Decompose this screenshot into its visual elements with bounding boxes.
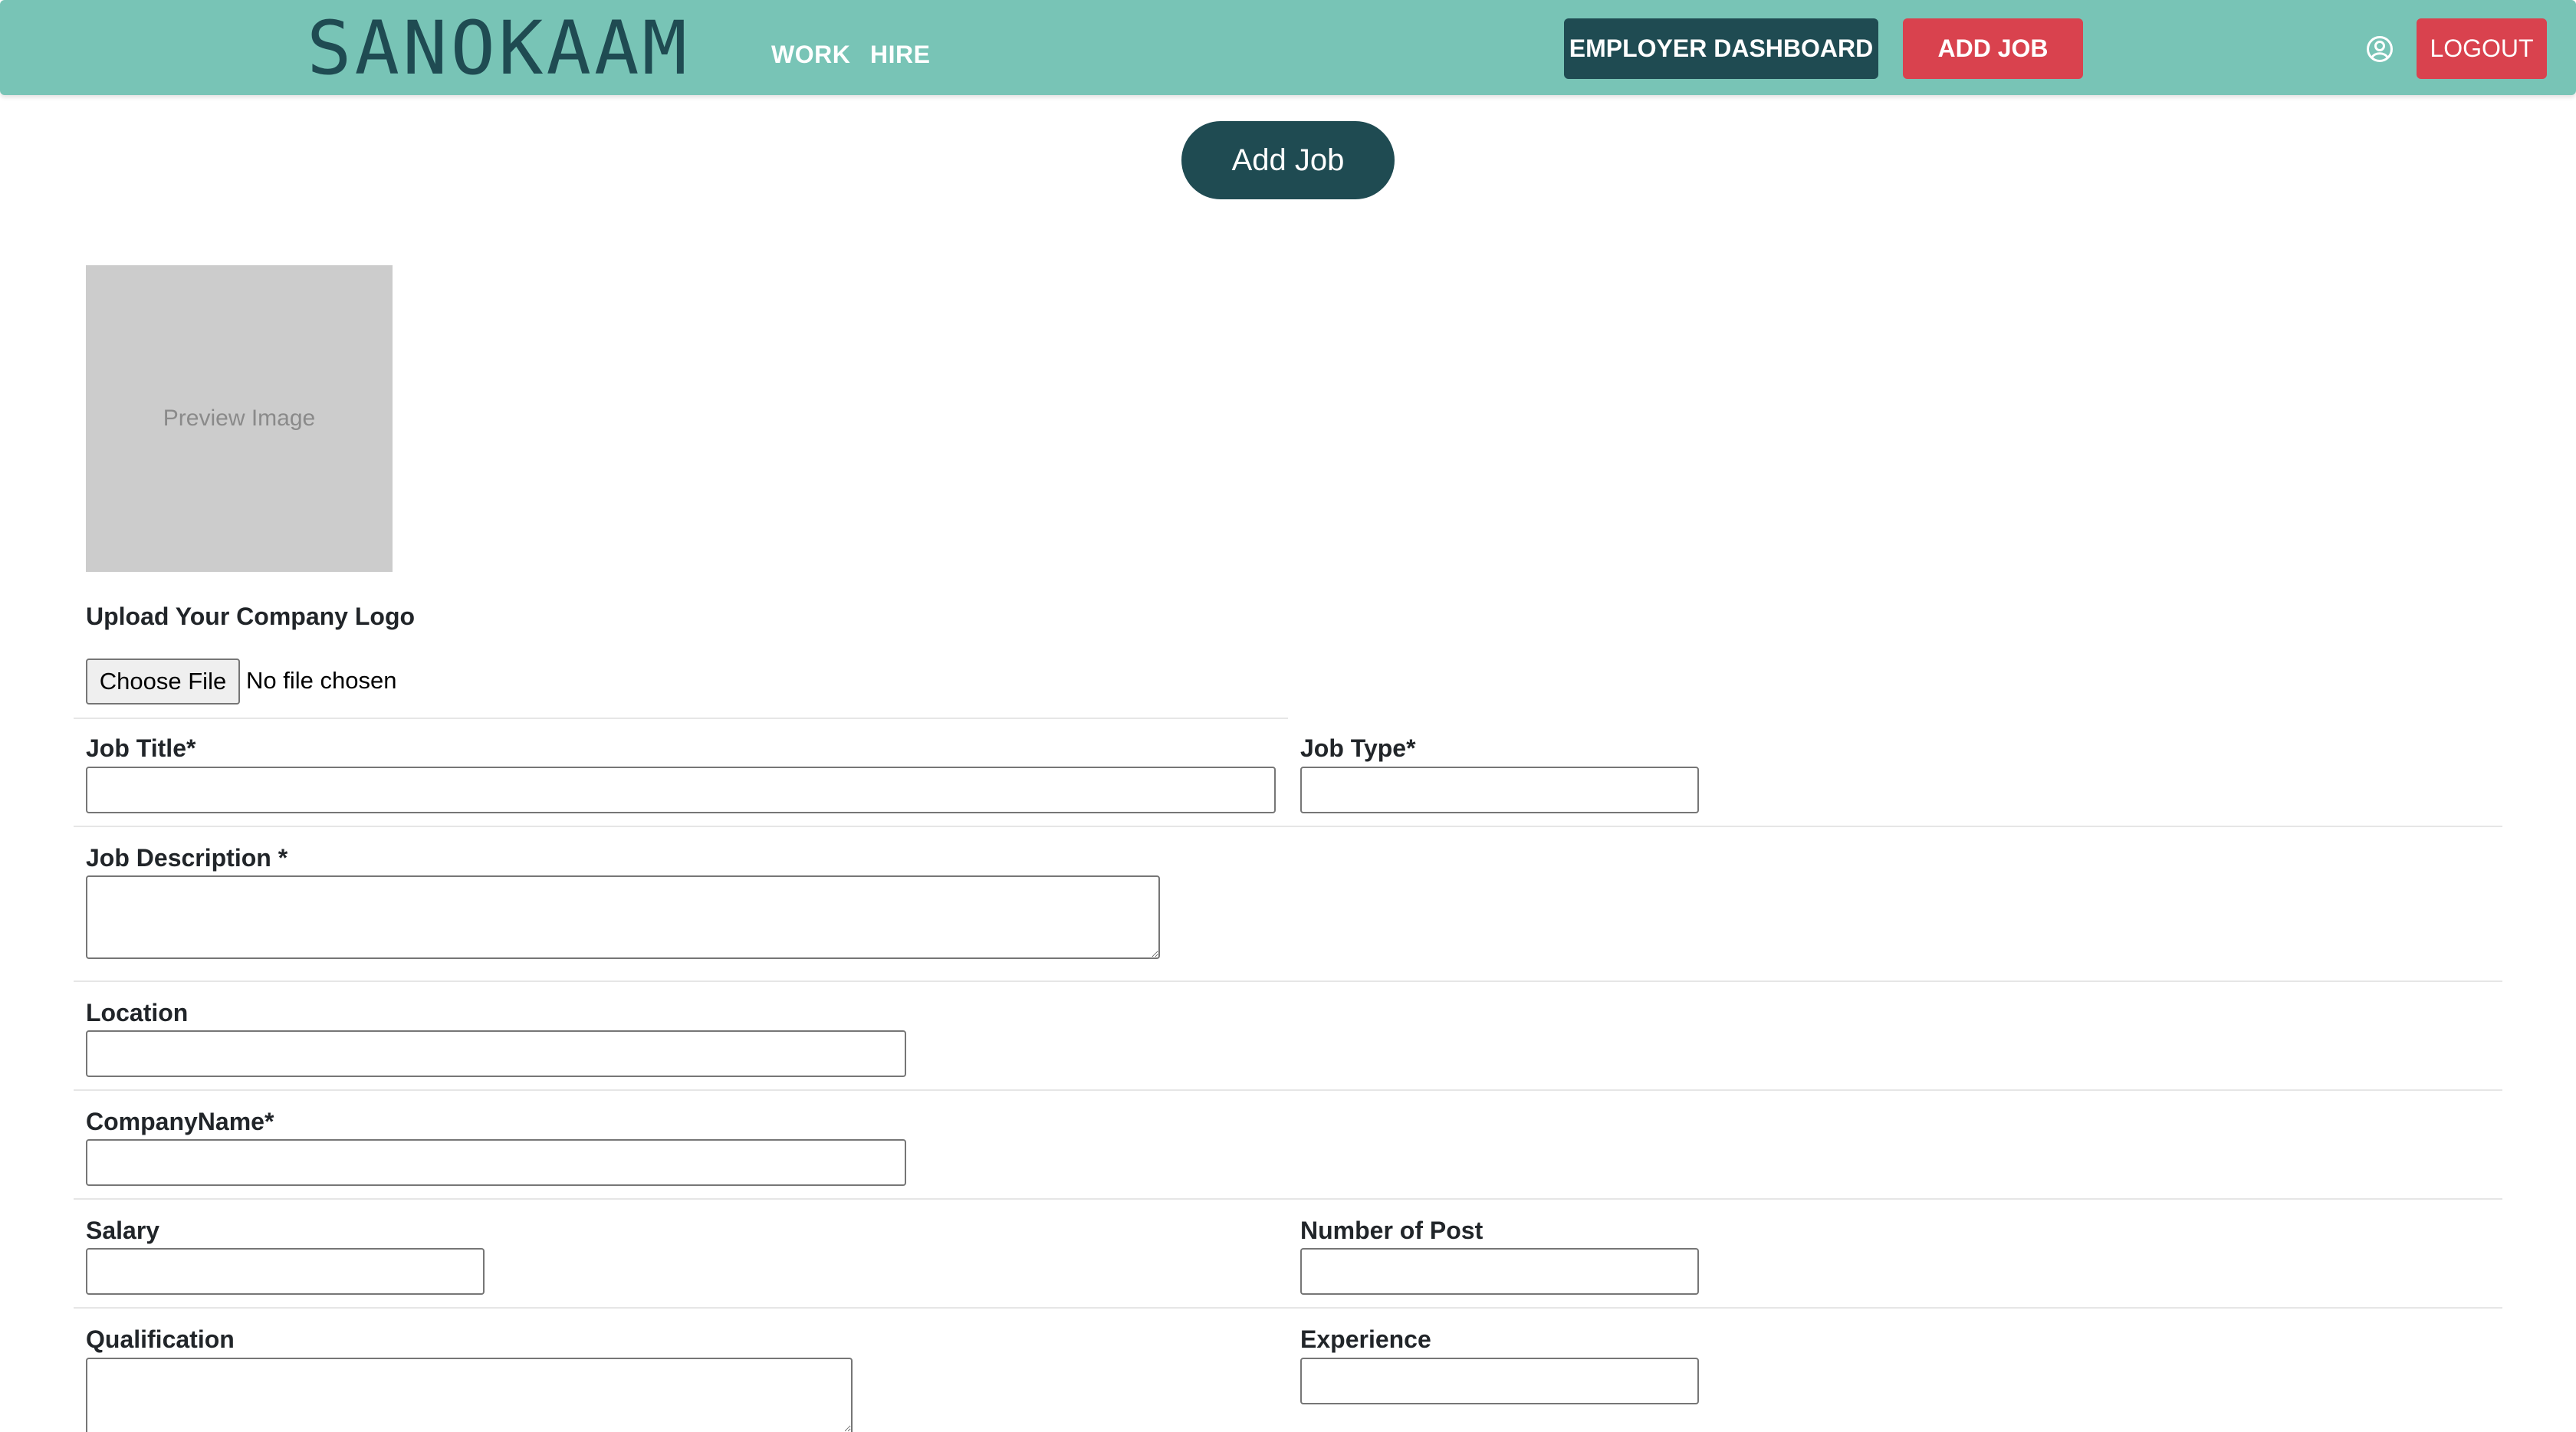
top-navbar: SANOKAAM WORK HIRE EMPLOYER DASHBOARD AD… <box>0 0 2576 95</box>
logo-preview-image: Preview Image <box>86 265 393 572</box>
divider <box>74 980 2502 982</box>
nav-link-work[interactable]: WORK <box>771 40 850 69</box>
location-label: Location <box>86 999 189 1026</box>
number-of-post-input[interactable] <box>1300 1248 1699 1295</box>
company-name-label: CompanyName* <box>86 1108 274 1135</box>
file-status-text: No file chosen <box>246 667 397 694</box>
job-title-label: Job Title* <box>86 734 196 762</box>
employer-dashboard-button[interactable]: EMPLOYER DASHBOARD <box>1564 18 1878 79</box>
number-of-post-label: Number of Post <box>1300 1217 1484 1244</box>
qualification-label: Qualification <box>86 1325 235 1353</box>
logo-upload-label: Upload Your Company Logo <box>86 603 416 630</box>
page-title: Add Job <box>1181 121 1395 199</box>
job-type-input[interactable] <box>1300 767 1699 813</box>
location-input[interactable] <box>86 1030 906 1077</box>
job-type-label: Job Type* <box>1300 734 1416 762</box>
divider <box>74 1307 2502 1309</box>
brand-logo[interactable]: SANOKAAM <box>307 14 690 83</box>
divider <box>74 826 2502 827</box>
salary-label: Salary <box>86 1217 160 1244</box>
experience-label: Experience <box>1300 1325 1431 1353</box>
company-name-input[interactable] <box>86 1139 906 1186</box>
brand-text: SANOKAAM <box>307 14 690 83</box>
add-job-nav-button[interactable]: ADD JOB <box>1903 18 2083 79</box>
job-description-textarea[interactable] <box>86 875 1160 959</box>
user-circle-icon[interactable] <box>2366 35 2394 63</box>
job-description-label: Job Description * <box>86 844 288 872</box>
divider <box>74 1089 2502 1091</box>
preview-placeholder-text: Preview Image <box>163 406 316 431</box>
salary-input[interactable] <box>86 1248 485 1295</box>
job-title-input[interactable] <box>86 767 1276 813</box>
divider <box>74 1198 2502 1200</box>
choose-file-button[interactable]: Choose File <box>86 659 240 705</box>
logout-button[interactable]: LOGOUT <box>2417 18 2547 79</box>
qualification-textarea[interactable] <box>86 1358 853 1432</box>
experience-input[interactable] <box>1300 1358 1699 1404</box>
nav-link-hire[interactable]: HIRE <box>870 40 930 69</box>
divider <box>74 718 1288 719</box>
brand-logo-wordmark: SANOKAAM <box>307 14 690 83</box>
